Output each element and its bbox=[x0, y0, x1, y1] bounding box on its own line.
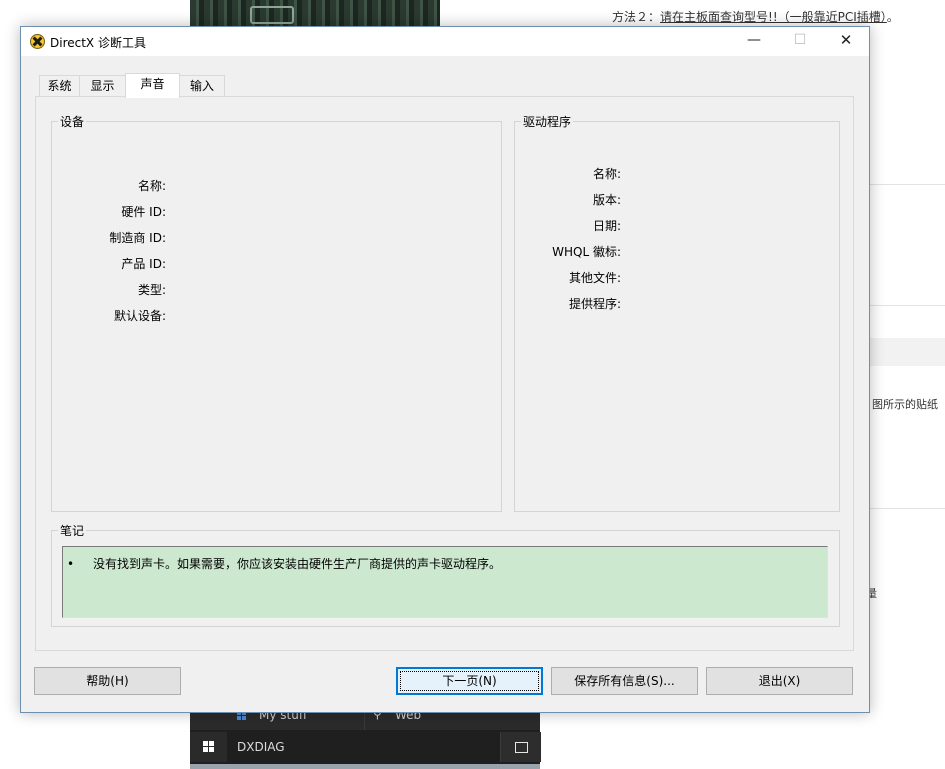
driver-group-title: 驱动程序 bbox=[523, 115, 572, 129]
note-item: • 没有找到声卡。如果需要，你应该安装由硬件生产厂商提供的声卡驱动程序。 bbox=[67, 555, 501, 572]
notes-text-area[interactable]: • 没有找到声卡。如果需要，你应该安装由硬件生产厂商提供的声卡驱动程序。 bbox=[62, 546, 828, 618]
note-text: 没有找到声卡。如果需要，你应该安装由硬件生产厂商提供的声卡驱动程序。 bbox=[93, 557, 502, 571]
title-bar[interactable]: DirectX 诊断工具 — ☐ ✕ bbox=[21, 27, 869, 56]
driver-whql-label: WHQL 徽标: bbox=[552, 245, 621, 259]
start-button[interactable] bbox=[190, 732, 227, 762]
task-view-button[interactable] bbox=[500, 732, 541, 762]
sound-tab-panel: 设备 名称: 硬件 ID: 制造商 ID: 产品 ID: 类型: 默认设备: 驱… bbox=[35, 96, 854, 651]
next-page-button[interactable]: 下一页(N) bbox=[396, 667, 543, 695]
save-all-info-button[interactable]: 保存所有信息(S)... bbox=[551, 667, 698, 695]
tab-input[interactable]: 输入 bbox=[179, 75, 225, 97]
minimize-button[interactable]: — bbox=[731, 27, 777, 56]
background-divider bbox=[868, 184, 945, 185]
exit-button[interactable]: 退出(X) bbox=[706, 667, 853, 695]
device-name-label: 名称: bbox=[137, 179, 166, 193]
background-gray-row bbox=[868, 338, 945, 366]
device-default-label: 默认设备: bbox=[113, 309, 166, 323]
directx-diagnostic-window: DirectX 诊断工具 — ☐ ✕ 系统 显示 声音 输入 设备 名称: 硬件… bbox=[20, 26, 870, 713]
driver-name-label: 名称: bbox=[592, 167, 621, 181]
device-product-id-label: 产品 ID: bbox=[121, 257, 166, 271]
note-bullet: • bbox=[67, 557, 75, 571]
device-group: 设备 名称: 硬件 ID: 制造商 ID: 产品 ID: 类型: 默认设备: bbox=[51, 113, 502, 512]
background-instruction-prefix: 方法２： bbox=[612, 10, 661, 24]
notes-group: 笔记 • 没有找到声卡。如果需要，你应该安装由硬件生产厂商提供的声卡驱动程序。 bbox=[51, 522, 840, 627]
driver-date-label: 日期: bbox=[592, 219, 621, 233]
background-instruction-link[interactable]: 请在主板面查询型号!!（一般靠近PCI插槽） bbox=[660, 10, 887, 24]
taskbar-search-input[interactable]: DXDIAG bbox=[237, 740, 285, 754]
device-hardware-id-label: 硬件 ID: bbox=[121, 205, 166, 219]
taskbar-search-row: DXDIAG bbox=[190, 732, 541, 762]
driver-provider-label: 提供程序: bbox=[568, 297, 621, 311]
device-type-label: 类型: bbox=[137, 283, 166, 297]
close-button[interactable]: ✕ bbox=[823, 27, 869, 56]
window-title: DirectX 诊断工具 bbox=[50, 36, 146, 50]
help-button[interactable]: 帮助(H) bbox=[34, 667, 181, 695]
start-menu-result-strip bbox=[190, 764, 540, 769]
task-view-icon bbox=[515, 742, 528, 753]
driver-other-files-label: 其他文件: bbox=[568, 271, 621, 285]
background-divider bbox=[868, 508, 945, 509]
driver-group: 驱动程序 名称: 版本: 日期: WHQL 徽标: 其他文件: 提供程序: bbox=[514, 113, 840, 512]
tab-display[interactable]: 显示 bbox=[79, 75, 126, 97]
tab-system[interactable]: 系统 bbox=[39, 75, 80, 97]
background-instruction-suffix: 。 bbox=[886, 10, 899, 24]
notes-group-title: 笔记 bbox=[60, 524, 85, 538]
driver-version-label: 版本: bbox=[592, 193, 621, 207]
background-divider bbox=[868, 305, 945, 306]
device-group-title: 设备 bbox=[60, 115, 85, 129]
windows-logo-icon bbox=[203, 741, 215, 753]
background-photo bbox=[190, 0, 440, 28]
background-side-text: 图所示的贴纸 bbox=[872, 398, 938, 411]
maximize-button[interactable]: ☐ bbox=[777, 27, 823, 56]
background-instruction-text: 方法２：请在主板面查询型号!!（一般靠近PCI插槽）。 bbox=[612, 8, 899, 25]
device-manufacturer-id-label: 制造商 ID: bbox=[109, 231, 166, 245]
tab-sound[interactable]: 声音 bbox=[125, 73, 180, 98]
directx-app-icon bbox=[30, 34, 45, 49]
